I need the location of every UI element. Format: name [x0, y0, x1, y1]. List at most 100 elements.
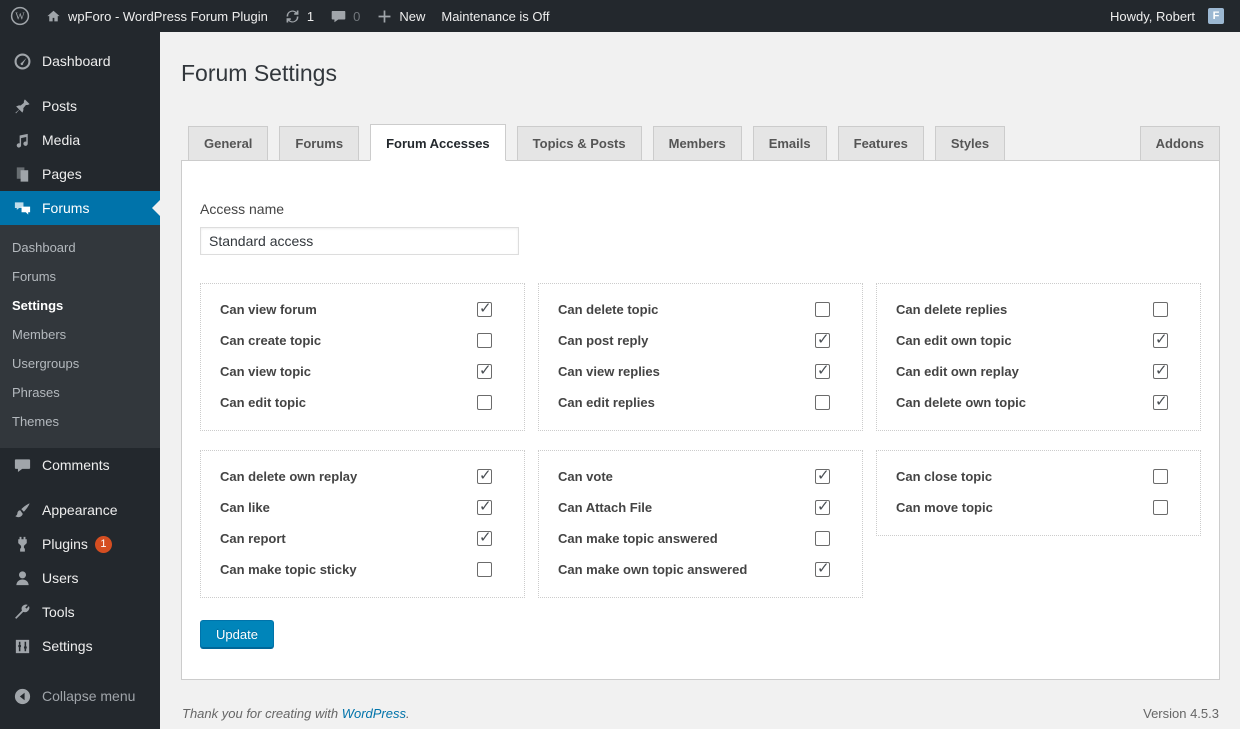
tab-members[interactable]: Members: [652, 126, 742, 161]
permission-label: Can like: [220, 500, 270, 515]
checkbox-can-create-topic[interactable]: [477, 333, 492, 348]
sidebar-item-label: Tools: [42, 604, 75, 620]
tab-forums[interactable]: Forums: [279, 126, 360, 161]
tab-addons[interactable]: Addons: [1139, 126, 1220, 161]
update-button[interactable]: Update: [200, 620, 274, 649]
permission-label: Can view replies: [558, 364, 660, 379]
tab-features[interactable]: Features: [837, 126, 924, 161]
sidebar-item-tools[interactable]: Tools: [0, 595, 160, 629]
site-link[interactable]: wpForo - WordPress Forum Plugin: [37, 0, 276, 32]
checkbox-can-make-topic-answered[interactable]: [815, 531, 830, 546]
submenu-item-usergroups[interactable]: Usergroups: [0, 349, 160, 378]
checkbox-can-post-reply[interactable]: [815, 330, 830, 348]
avatar: F: [1208, 8, 1224, 24]
checkbox-can-report[interactable]: [477, 528, 492, 546]
updates-link[interactable]: 1: [276, 0, 322, 32]
checkbox-can-make-own-topic-answered[interactable]: [815, 559, 830, 577]
checkbox-can-make-topic-sticky[interactable]: [477, 562, 492, 577]
permission-label: Can make topic answered: [558, 531, 718, 546]
checkbox-can-delete-topic[interactable]: [815, 302, 830, 317]
sidebar-item-users[interactable]: Users: [0, 561, 160, 595]
permission-row: Can view topic: [220, 356, 492, 387]
checkbox-can-delete-own-replay[interactable]: [477, 466, 492, 484]
checkbox-can-delete-own-topic[interactable]: [1153, 392, 1168, 410]
collapse-menu-button[interactable]: Collapse menu: [0, 679, 160, 713]
permission-group-2: Can delete topic Can post reply Can view r…: [538, 283, 863, 431]
sidebar-item-label: Users: [42, 570, 79, 586]
tab-emails[interactable]: Emails: [752, 126, 827, 161]
admin-bar: W wpForo - WordPress Forum Plugin 1 0 Ne…: [0, 0, 1240, 32]
menu-separator: [0, 78, 160, 89]
submenu-item-members[interactable]: Members: [0, 320, 160, 349]
sidebar-item-pages[interactable]: Pages: [0, 157, 160, 191]
checkbox-can-edit-own-topic[interactable]: [1153, 330, 1168, 348]
sidebar-item-posts[interactable]: Posts: [0, 89, 160, 123]
howdy-text: Howdy, Robert: [1109, 8, 1195, 24]
permission-group-5: Can vote Can Attach File Can make topic an…: [538, 450, 863, 598]
checkbox-can-delete-replies[interactable]: [1153, 302, 1168, 317]
menu-separator: [0, 482, 160, 493]
comment-count: 0: [353, 8, 361, 24]
permission-row: Can make topic answered: [558, 523, 830, 554]
checkbox-can-like[interactable]: [477, 497, 492, 515]
sidebar-item-appearance[interactable]: Appearance: [0, 493, 160, 527]
tab-topics-posts[interactable]: Topics & Posts: [516, 126, 642, 161]
settings-tabs: General Forums Forum Accesses Topics & Post…: [181, 124, 1220, 161]
checkbox-can-close-topic[interactable]: [1153, 469, 1168, 484]
admin-sidebar: Dashboard Posts Media Pages Forums Dashboard F…: [0, 32, 160, 729]
submenu-item-forums[interactable]: Forums: [0, 262, 160, 291]
sidebar-item-settings[interactable]: Settings: [0, 629, 160, 663]
new-label: New: [399, 8, 426, 24]
sidebar-item-label: Dashboard: [42, 53, 111, 69]
permission-row: Can edit own topic: [896, 325, 1168, 356]
sidebar-item-media[interactable]: Media: [0, 123, 160, 157]
submenu-item-dashboard[interactable]: Dashboard: [0, 233, 160, 262]
permission-label: Can edit replies: [558, 395, 655, 410]
forums-submenu: Dashboard Forums Settings Members Usergroups…: [0, 225, 160, 448]
sidebar-item-forums[interactable]: Forums: [0, 191, 160, 225]
submenu-item-themes[interactable]: Themes: [0, 407, 160, 436]
submenu-item-settings[interactable]: Settings: [0, 291, 160, 320]
checkbox-can-edit-own-replay[interactable]: [1153, 361, 1168, 379]
tab-general[interactable]: General: [188, 126, 269, 161]
checkbox-can-view-topic[interactable]: [477, 361, 492, 379]
checkbox-can-view-forum[interactable]: [477, 299, 492, 317]
permission-label: Can delete own topic: [896, 395, 1027, 410]
maintenance-status[interactable]: Maintenance is Off: [433, 0, 557, 32]
checkbox-can-vote[interactable]: [815, 466, 830, 484]
permission-label: Can view topic: [220, 364, 312, 379]
wordpress-logo-menu[interactable]: W: [0, 0, 37, 32]
sidebar-item-plugins[interactable]: Plugins 1: [0, 527, 160, 561]
checkbox-can-attach-file[interactable]: [815, 497, 830, 515]
tab-forum-accesses[interactable]: Forum Accesses: [370, 124, 506, 161]
sidebar-item-comments[interactable]: Comments: [0, 448, 160, 482]
access-name-input[interactable]: [200, 227, 519, 255]
submenu-item-phrases[interactable]: Phrases: [0, 378, 160, 407]
sidebar-item-dashboard[interactable]: Dashboard: [0, 44, 160, 78]
permission-label: Can edit topic: [220, 395, 306, 410]
comment-icon: [330, 8, 347, 25]
permissions-grid: Can view forum Can create topic Can view t…: [200, 283, 1201, 598]
comments-link[interactable]: 0: [322, 0, 368, 32]
permission-row: Can view replies: [558, 356, 830, 387]
permission-label: Can move topic: [896, 500, 993, 515]
collapse-icon: [13, 687, 33, 706]
collapse-menu-label: Collapse menu: [42, 688, 136, 704]
plugins-icon: [13, 535, 33, 554]
wordpress-link[interactable]: WordPress: [342, 706, 406, 721]
new-content-menu[interactable]: New: [368, 0, 433, 32]
posts-icon: [13, 97, 33, 116]
checkbox-can-move-topic[interactable]: [1153, 500, 1168, 515]
checkbox-can-edit-topic[interactable]: [477, 395, 492, 410]
forums-icon: [13, 199, 33, 218]
media-icon: [13, 131, 33, 150]
tab-styles[interactable]: Styles: [934, 126, 1006, 161]
checkbox-can-edit-replies[interactable]: [815, 395, 830, 410]
my-account-menu[interactable]: Howdy, Robert F: [1102, 0, 1232, 32]
footer: Thank you for creating with WordPress. V…: [181, 680, 1220, 721]
checkbox-can-view-replies[interactable]: [815, 361, 830, 379]
permission-group-1: Can view forum Can create topic Can view t…: [200, 283, 525, 431]
permission-label: Can create topic: [220, 333, 322, 348]
appearance-icon: [13, 501, 33, 520]
sidebar-item-label: Media: [42, 132, 81, 148]
